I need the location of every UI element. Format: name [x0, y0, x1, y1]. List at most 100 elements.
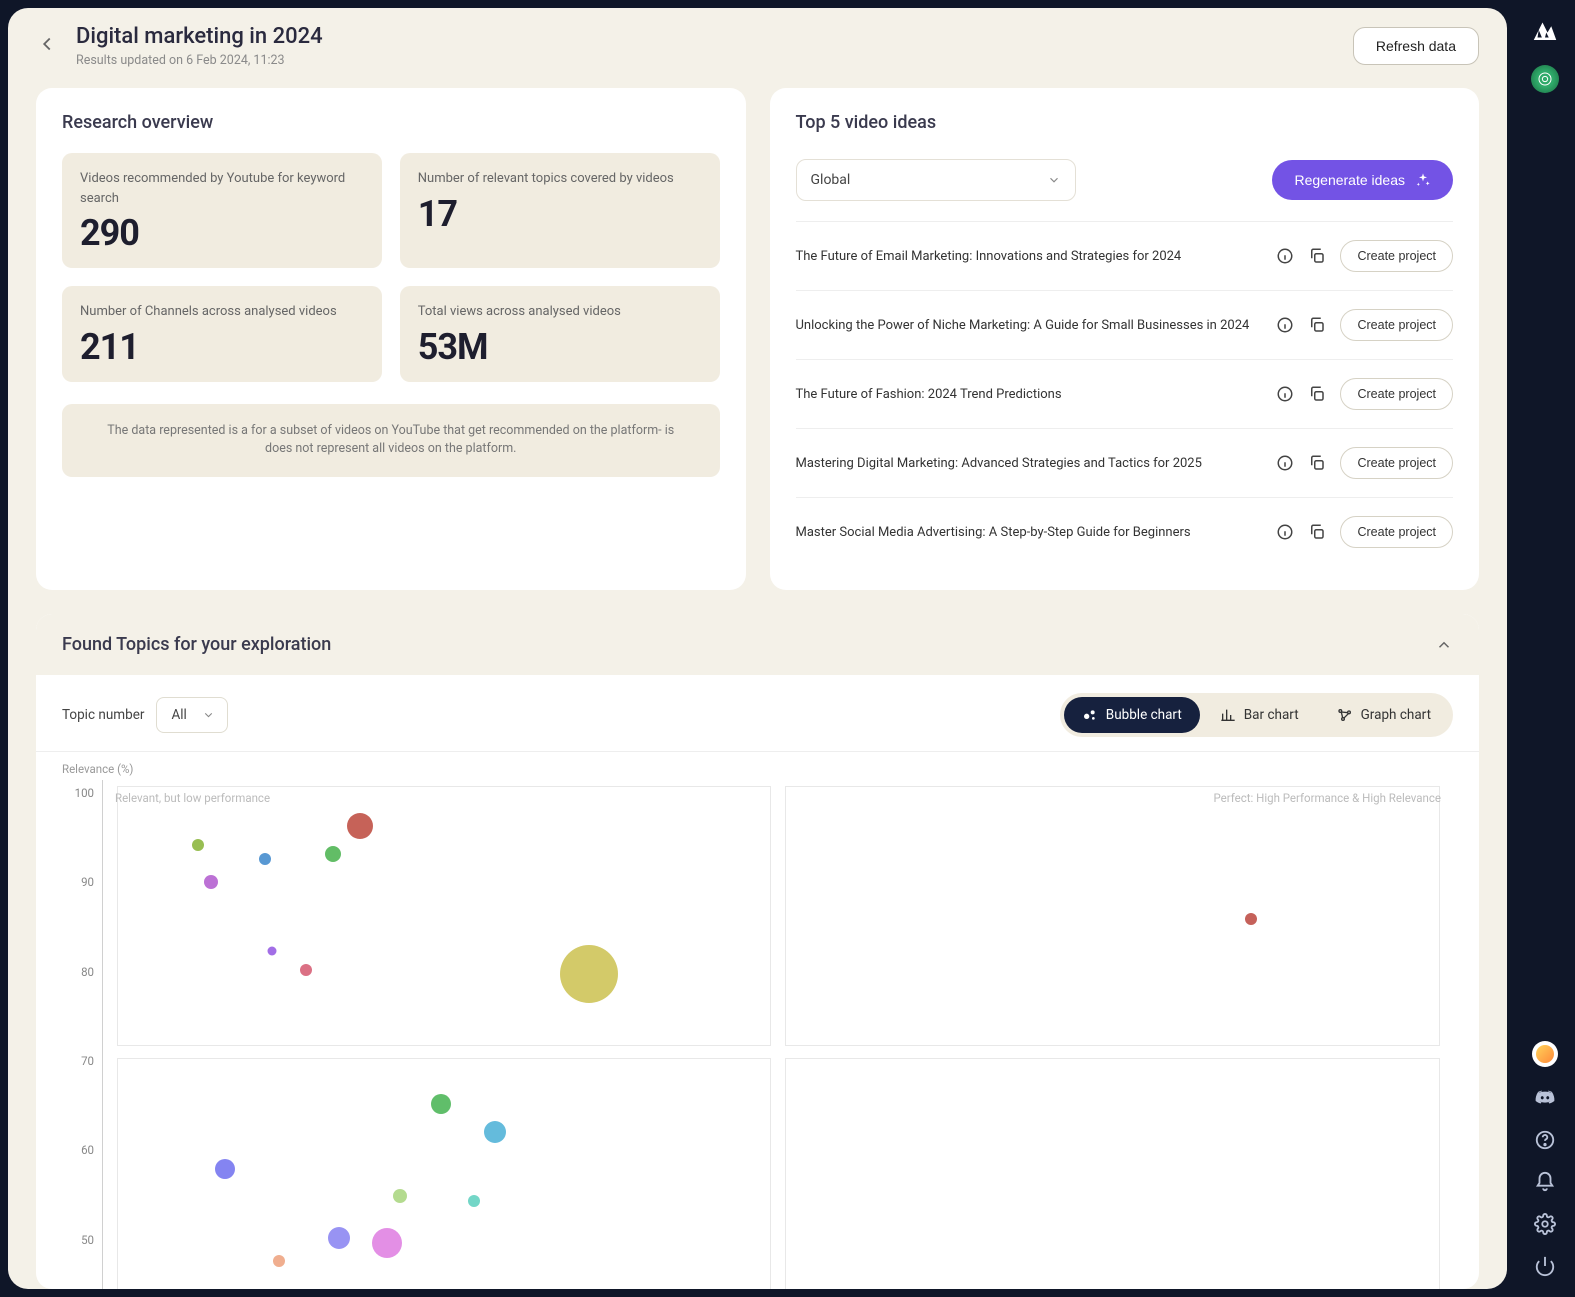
theme-icon[interactable] [1532, 1041, 1558, 1067]
quadrant-label: Perfect: High Performance & High Relevan… [1213, 790, 1441, 806]
create-project-button[interactable]: Create project [1340, 516, 1453, 548]
idea-title: The Future of Email Marketing: Innovatio… [796, 249, 1263, 264]
quadrant-label: Relevant, but low performance [115, 790, 270, 806]
chart-bubble[interactable] [259, 853, 271, 865]
disclaimer-text: The data represented is a for a subset o… [62, 404, 720, 478]
status-badge-icon[interactable] [1531, 65, 1559, 93]
chart-bubble[interactable] [1245, 913, 1257, 925]
copy-icon[interactable] [1308, 385, 1326, 403]
stat-box: Number of relevant topics covered by vid… [400, 153, 720, 268]
graph-chart-icon [1337, 707, 1353, 723]
chart-bubble[interactable] [393, 1189, 407, 1203]
toggle-graph-chart[interactable]: Graph chart [1319, 697, 1449, 733]
power-icon[interactable] [1534, 1255, 1556, 1277]
ideas-controls: Global Regenerate ideas [796, 153, 1454, 222]
page-title: Digital marketing in 2024 [76, 24, 323, 49]
stat-label: Number of relevant topics covered by vid… [418, 169, 702, 189]
topic-number-select[interactable]: All [156, 697, 227, 733]
chart-bubble[interactable] [267, 947, 276, 956]
toggle-graph-label: Graph chart [1361, 707, 1431, 723]
chart-bubble[interactable] [484, 1121, 506, 1143]
toggle-bar-chart[interactable]: Bar chart [1202, 697, 1317, 733]
stat-value: 53M [418, 326, 702, 368]
chart-area: Relevance (%) 100908070605040 Relevant, … [36, 752, 1479, 1289]
app-logo-icon[interactable] [1530, 15, 1560, 45]
sparkle-icon [1415, 172, 1431, 188]
info-icon[interactable] [1276, 454, 1294, 472]
video-ideas-card: Top 5 video ideas Global Regenerate idea… [770, 88, 1480, 590]
stats-grid: Videos recommended by Youtube for keywor… [62, 153, 720, 382]
idea-row: The Future of Email Marketing: Innovatio… [796, 222, 1454, 291]
notifications-icon[interactable] [1534, 1171, 1556, 1193]
chart-bubble[interactable] [300, 964, 312, 976]
settings-icon[interactable] [1534, 1213, 1556, 1235]
research-overview-card: Research overview Videos recommended by … [36, 88, 746, 590]
idea-title: Unlocking the Power of Niche Marketing: … [796, 318, 1263, 333]
chart-bubble[interactable] [215, 1159, 235, 1179]
copy-icon[interactable] [1308, 523, 1326, 541]
info-icon[interactable] [1276, 385, 1294, 403]
ideas-title: Top 5 video ideas [796, 112, 1454, 133]
top-cards-row: Research overview Videos recommended by … [8, 88, 1507, 590]
back-button[interactable] [36, 33, 62, 59]
page-header: Digital marketing in 2024 Results update… [8, 8, 1507, 88]
create-project-button[interactable]: Create project [1340, 240, 1453, 272]
regenerate-ideas-button[interactable]: Regenerate ideas [1272, 160, 1453, 200]
toggle-bubble-label: Bubble chart [1106, 707, 1182, 723]
idea-title: Mastering Digital Marketing: Advanced St… [796, 456, 1263, 471]
stat-box: Videos recommended by Youtube for keywor… [62, 153, 382, 268]
idea-row: Unlocking the Power of Niche Marketing: … [796, 291, 1454, 360]
chart-bubble[interactable] [273, 1255, 285, 1267]
info-icon[interactable] [1276, 316, 1294, 334]
toggle-bar-label: Bar chart [1244, 707, 1299, 723]
create-project-button[interactable]: Create project [1340, 447, 1453, 479]
y-axis-ticks: 100908070605040 [62, 780, 102, 1289]
plot-wrap: 100908070605040 Relevant, but low perfor… [62, 780, 1453, 1289]
chart-bubble[interactable] [431, 1094, 451, 1114]
chart-bubble[interactable] [328, 1227, 350, 1249]
chart-bubble[interactable] [468, 1195, 480, 1207]
info-icon[interactable] [1276, 523, 1294, 541]
y-tick: 100 [62, 786, 94, 800]
toggle-bubble-chart[interactable]: Bubble chart [1064, 697, 1200, 733]
chart-type-toggle: Bubble chart Bar chart Graph chart [1060, 693, 1453, 737]
chart-bubble[interactable] [325, 846, 341, 862]
y-axis-label: Relevance (%) [62, 762, 1453, 776]
page-subtitle: Results updated on 6 Feb 2024, 11:23 [76, 53, 323, 68]
chart-bubble[interactable] [192, 839, 204, 851]
topic-filter: Topic number All [62, 697, 228, 733]
refresh-data-button[interactable]: Refresh data [1353, 27, 1479, 65]
copy-icon[interactable] [1308, 316, 1326, 334]
explore-controls: Topic number All Bubble chart [36, 675, 1479, 752]
chart-bubble[interactable] [347, 813, 373, 839]
chart-bubble[interactable] [204, 875, 218, 889]
stat-box: Number of Channels across analysed video… [62, 286, 382, 382]
copy-icon[interactable] [1308, 454, 1326, 472]
create-project-button[interactable]: Create project [1340, 309, 1453, 341]
info-icon[interactable] [1276, 247, 1294, 265]
stat-value: 211 [80, 326, 364, 368]
bar-chart-icon [1220, 707, 1236, 723]
idea-title: Master Social Media Advertising: A Step-… [796, 525, 1263, 540]
y-tick: 50 [62, 1233, 94, 1247]
chart-quadrant [785, 1058, 1440, 1290]
collapse-toggle[interactable] [1435, 636, 1453, 654]
chart-bubble[interactable] [372, 1228, 402, 1258]
scatter-plot[interactable]: Relevant, but low performance Perfect: Hi… [102, 780, 1453, 1289]
y-tick: 60 [62, 1143, 94, 1157]
chart-bubble[interactable] [560, 945, 618, 1003]
stat-value: 17 [418, 193, 702, 235]
research-title: Research overview [62, 112, 720, 133]
create-project-button[interactable]: Create project [1340, 378, 1453, 410]
regenerate-label: Regenerate ideas [1294, 172, 1405, 188]
stat-label: Number of Channels across analysed video… [80, 302, 364, 322]
discord-icon[interactable] [1534, 1087, 1556, 1109]
chevron-down-icon [1047, 173, 1061, 187]
copy-icon[interactable] [1308, 247, 1326, 265]
ideas-list: The Future of Email Marketing: Innovatio… [796, 222, 1454, 566]
stat-value: 290 [80, 212, 364, 254]
help-icon[interactable] [1534, 1129, 1556, 1151]
y-tick: 70 [62, 1054, 94, 1068]
scope-dropdown[interactable]: Global [796, 159, 1076, 201]
idea-row: Master Social Media Advertising: A Step-… [796, 498, 1454, 566]
